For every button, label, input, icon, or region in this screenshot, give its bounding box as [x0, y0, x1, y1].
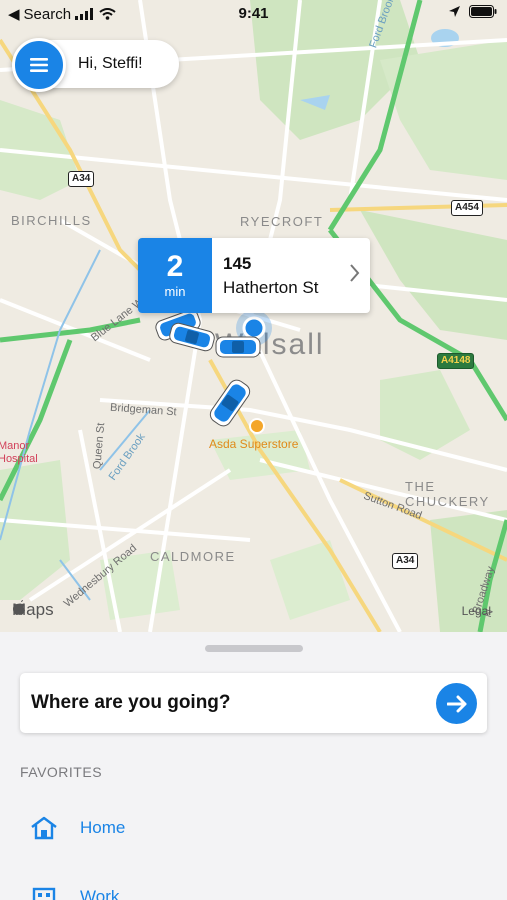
work-icon: [32, 887, 56, 900]
menu-button[interactable]: [12, 38, 66, 92]
poi-label[interactable]: Asda Superstore: [209, 437, 298, 451]
area-label-birchills: BIRCHILLS: [11, 213, 92, 228]
hamburger-menu-icon: [30, 58, 48, 72]
road-shield-a4148: A4148: [437, 353, 475, 369]
chevron-right-icon: [350, 264, 360, 282]
arrow-right-icon: [446, 695, 466, 712]
home-icon: [31, 816, 57, 840]
road-shield-a454: A454: [451, 200, 483, 216]
apple-logo-icon: [13, 600, 25, 615]
greeting-text: Hi, Steffi!: [78, 55, 143, 72]
status-bar: ◀ Search 9:41: [0, 0, 507, 28]
sheet-grabber[interactable]: [205, 645, 303, 652]
favorites-header: FAVORITES: [20, 764, 103, 780]
pickup-address: 145 Hatherton St: [212, 238, 370, 313]
location-arrow-icon: [449, 6, 460, 17]
car-cluster: [155, 309, 261, 427]
favorite-work-label: Work: [80, 887, 120, 900]
destination-prompt: Where are you going?: [31, 692, 231, 713]
destination-search-box[interactable]: Where are you going?: [20, 673, 487, 733]
eta-minutes: 2: [166, 250, 184, 283]
road-shield-a34-bottom: A34: [392, 553, 419, 569]
eta-unit: min: [164, 284, 186, 299]
battery-icon: [469, 5, 497, 18]
clock: 9:41: [238, 5, 269, 22]
map-view[interactable]: BIRCHILLS RYECROFT THE CHUCKERY CALDMORE…: [0, 0, 507, 632]
address-number: 145: [223, 254, 252, 273]
bottom-sheet: Where are you going? FAVORITES Home Work: [0, 632, 507, 900]
area-label-caldmore: CALDMORE: [150, 549, 236, 564]
greeting-pill: Hi, Steffi!: [12, 38, 179, 92]
legal-link[interactable]: Legal: [462, 604, 491, 618]
road-shield-a34-top: A34: [68, 171, 95, 187]
favorite-work[interactable]: Work: [30, 882, 330, 900]
area-label-ryecroft: RYECROFT: [240, 214, 324, 229]
address-street: Hatherton St: [223, 278, 319, 297]
pickup-eta-card[interactable]: 2 min 145 Hatherton St: [138, 238, 370, 313]
favorite-home[interactable]: Home: [30, 813, 330, 843]
favorite-home-label: Home: [80, 818, 126, 837]
hospital-label: Manor Hospital: [0, 440, 38, 465]
area-label-chuckery: THE CHUCKERY: [405, 479, 490, 509]
eta-badge: 2 min: [138, 238, 212, 313]
maps-attribution: Maps: [12, 600, 54, 620]
go-button[interactable]: [436, 683, 477, 724]
